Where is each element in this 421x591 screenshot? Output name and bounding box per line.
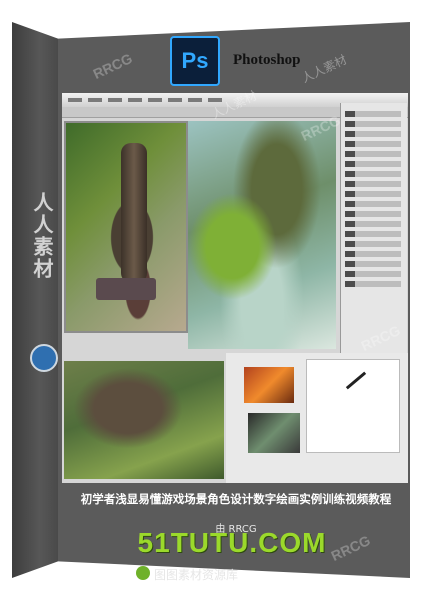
box-spine: 人人素材 bbox=[12, 22, 58, 578]
bonsai-pot bbox=[96, 278, 156, 300]
secondary-workspace bbox=[226, 353, 408, 483]
fire-scene-thumbnail bbox=[244, 367, 294, 403]
painting-detail-view bbox=[64, 361, 224, 479]
watermark-text: RRCG bbox=[298, 0, 343, 30]
blank-canvas bbox=[306, 359, 400, 453]
reference-photo-bonsai bbox=[64, 121, 188, 333]
product-box: 人人素材 Ps Photoshop RRCG RRCG RRCG RRCG RR… bbox=[0, 0, 421, 591]
site-name: 51TUTU.COM bbox=[137, 527, 327, 558]
spine-logo-icon bbox=[30, 344, 58, 372]
site-logo-icon bbox=[136, 566, 150, 580]
course-title: 初学者浅显易懂游戏场景角色设计数字绘画实例训练视频教程 bbox=[80, 492, 392, 506]
site-subtitle: 图图素材资源库 bbox=[154, 568, 239, 582]
photoshop-logo-icon: Ps bbox=[170, 36, 220, 86]
spine-brand-text: 人人素材 bbox=[30, 192, 54, 280]
digital-painting-canvas bbox=[188, 121, 336, 349]
layers-panel bbox=[340, 103, 407, 353]
software-screenshot bbox=[62, 93, 408, 483]
app-title: Photoshop bbox=[233, 52, 301, 68]
tree-trunk bbox=[121, 143, 147, 283]
dark-scene-thumbnail bbox=[248, 413, 300, 453]
